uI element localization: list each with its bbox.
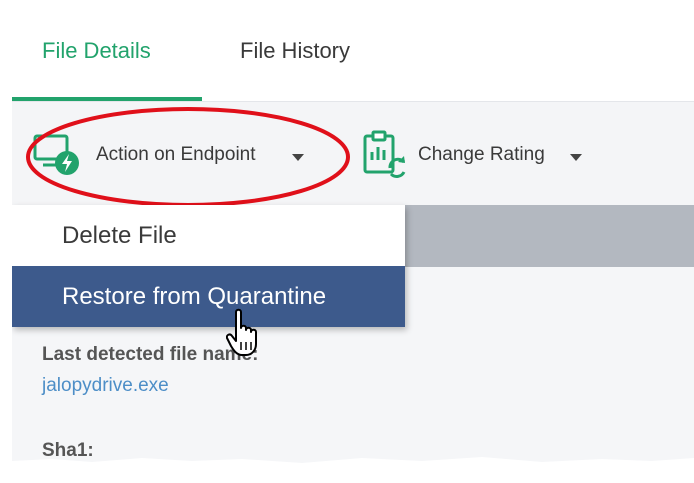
action-on-endpoint-button[interactable]: Action on Endpoint [32,130,322,180]
menu-item-restore-from-quarantine[interactable]: Restore from Quarantine [12,266,405,327]
action-on-endpoint-label: Action on Endpoint [96,144,256,165]
torn-edge-decoration [12,457,694,465]
clipboard-refresh-icon [363,130,406,178]
chevron-down-icon [292,154,304,161]
toolbar: Action on Endpoint Change Rating [12,102,694,205]
tab-file-details[interactable]: File Details [42,38,151,64]
action-dropdown-menu: Delete File Restore from Quarantine [12,205,405,327]
sha1-label: Sha1: [42,440,94,461]
header-band [392,205,694,267]
change-rating-label: Change Rating [418,144,545,165]
change-rating-button[interactable]: Change Rating [360,130,600,180]
file-details-panel: File Details File History Action on Endp… [12,0,694,465]
menu-item-delete-file[interactable]: Delete File [12,205,405,266]
tab-bar: File Details File History [12,0,694,102]
monitor-lightning-icon [33,134,79,175]
last-detected-file-name-label: Last detected file name: [42,344,259,365]
chevron-down-icon [570,154,582,161]
last-detected-file-name-value: jalopydrive.exe [42,375,169,396]
tab-file-history[interactable]: File History [240,38,350,64]
